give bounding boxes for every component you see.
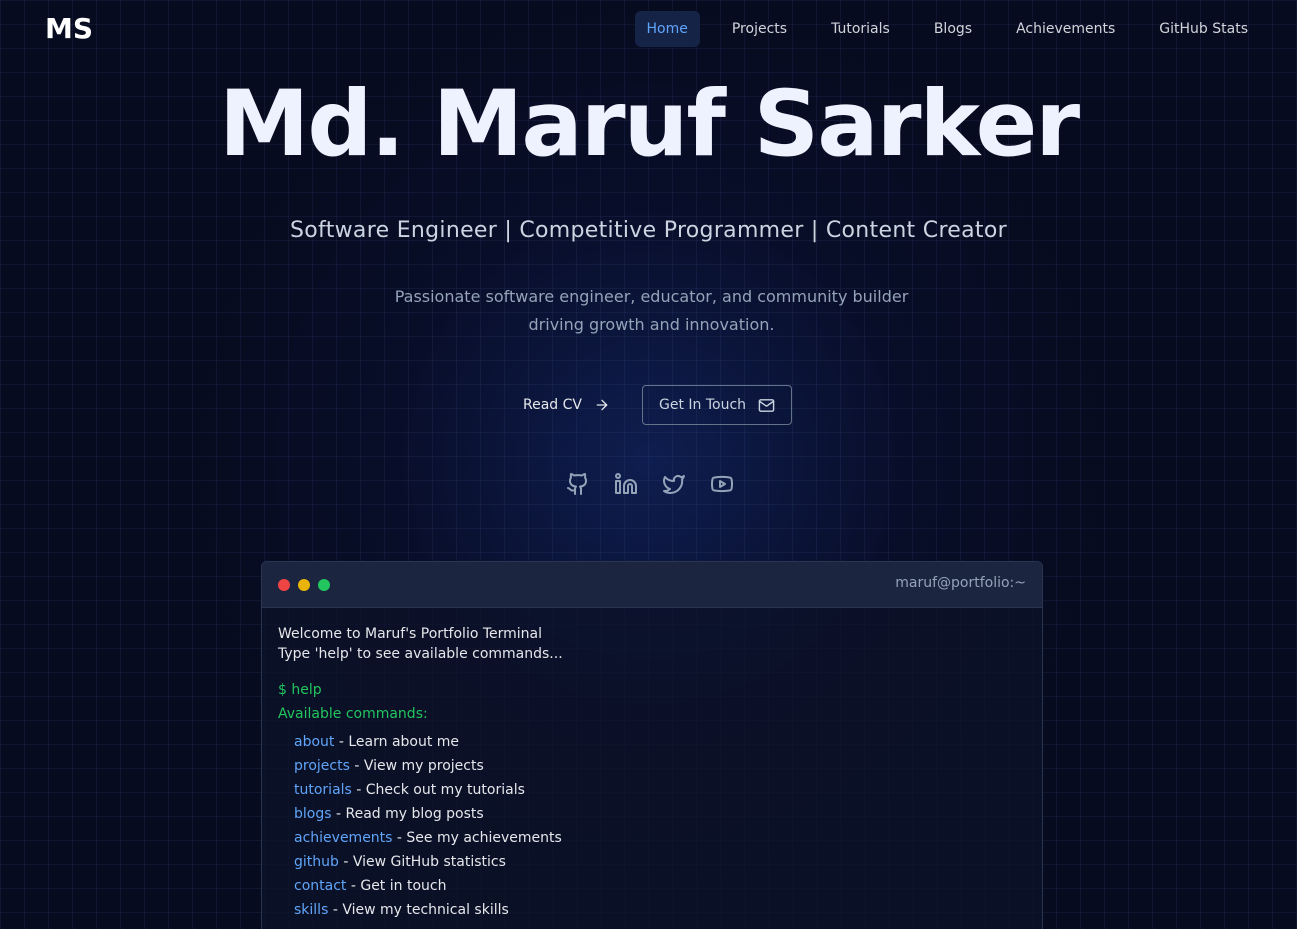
command-desc: - Get in touch <box>346 878 447 894</box>
hero-subtitle: Software Engineer | Competitive Programm… <box>290 218 1007 243</box>
nav-link-achievements[interactable]: Achievements <box>1004 11 1127 47</box>
command-desc: - View GitHub statistics <box>338 854 506 870</box>
command-name[interactable]: projects <box>294 758 350 774</box>
linkedin-icon[interactable] <box>614 472 638 496</box>
terminal-title-bar: maruf@portfolio:~ <box>262 562 1042 608</box>
terminal-hint: Type 'help' to see available commands... <box>278 646 563 662</box>
arrow-right-icon <box>594 397 610 413</box>
command-name[interactable]: github <box>294 854 339 870</box>
site-logo[interactable]: MS <box>45 12 93 45</box>
close-dot-icon <box>278 579 290 591</box>
github-icon[interactable] <box>566 472 590 496</box>
hero-description: Passionate software engineer, educator, … <box>394 287 909 334</box>
command-row: projects - View my projects <box>294 754 1026 778</box>
social-links <box>566 472 734 496</box>
command-list: about - Learn about me projects - View m… <box>278 730 1026 922</box>
get-in-touch-button[interactable]: Get In Touch <box>641 385 793 425</box>
command-desc: - View my projects <box>349 758 484 774</box>
command-name[interactable]: about <box>294 734 334 750</box>
terminal-available-label: Available commands: <box>278 706 428 722</box>
terminal-welcome: Welcome to Maruf's Portfolio Terminal <box>278 626 543 642</box>
command-row: about - Learn about me <box>294 730 1026 754</box>
command-desc: - Read my blog posts <box>331 806 484 822</box>
top-nav: MS Home Projects Tutorials Blogs Achieve… <box>0 0 1297 60</box>
command-name[interactable]: contact <box>294 878 346 894</box>
get-in-touch-label: Get In Touch <box>658 397 747 413</box>
page-background: MS Home Projects Tutorials Blogs Achieve… <box>0 0 1297 929</box>
command-name[interactable]: achievements <box>294 830 392 846</box>
terminal-window: maruf@portfolio:~ Welcome to Maruf's Por… <box>261 561 1043 929</box>
minimize-dot-icon <box>298 579 310 591</box>
command-row: contact - Get in touch <box>294 874 1026 898</box>
nav-link-projects[interactable]: Projects <box>720 11 799 47</box>
youtube-icon[interactable] <box>710 472 734 496</box>
nav-link-github-stats[interactable]: GitHub Stats <box>1147 11 1260 47</box>
terminal-body[interactable]: Welcome to Maruf's Portfolio Terminal Ty… <box>262 608 1042 922</box>
command-desc: - Learn about me <box>334 734 460 750</box>
command-row: blogs - Read my blog posts <box>294 802 1026 826</box>
read-cv-label: Read CV <box>523 397 582 413</box>
command-desc: - Check out my tutorials <box>351 782 525 798</box>
mail-icon <box>758 397 775 414</box>
read-cv-button[interactable]: Read CV <box>507 386 626 424</box>
command-row: tutorials - Check out my tutorials <box>294 778 1026 802</box>
nav-link-blogs[interactable]: Blogs <box>922 11 984 47</box>
nav-link-home[interactable]: Home <box>634 11 700 47</box>
nav-links: Home Projects Tutorials Blogs Achievemen… <box>619 11 1260 47</box>
command-name[interactable]: blogs <box>294 806 332 822</box>
nav-link-tutorials[interactable]: Tutorials <box>819 11 902 47</box>
command-row: github - View GitHub statistics <box>294 850 1026 874</box>
command-row: skills - View my technical skills <box>294 898 1026 922</box>
maximize-dot-icon <box>318 579 330 591</box>
command-name[interactable]: skills <box>294 902 328 918</box>
command-row: achievements - See my achievements <box>294 826 1026 850</box>
twitter-icon[interactable] <box>662 472 686 496</box>
terminal-prompt: $ help <box>278 682 322 698</box>
command-desc: - See my achievements <box>392 830 562 846</box>
command-name[interactable]: tutorials <box>294 782 352 798</box>
hero-name: Md. Maruf Sarker <box>218 72 1080 177</box>
cta-row: Read CV Get In Touch <box>507 385 793 425</box>
terminal-title: maruf@portfolio:~ <box>895 575 1026 591</box>
command-desc: - View my technical skills <box>328 902 509 918</box>
